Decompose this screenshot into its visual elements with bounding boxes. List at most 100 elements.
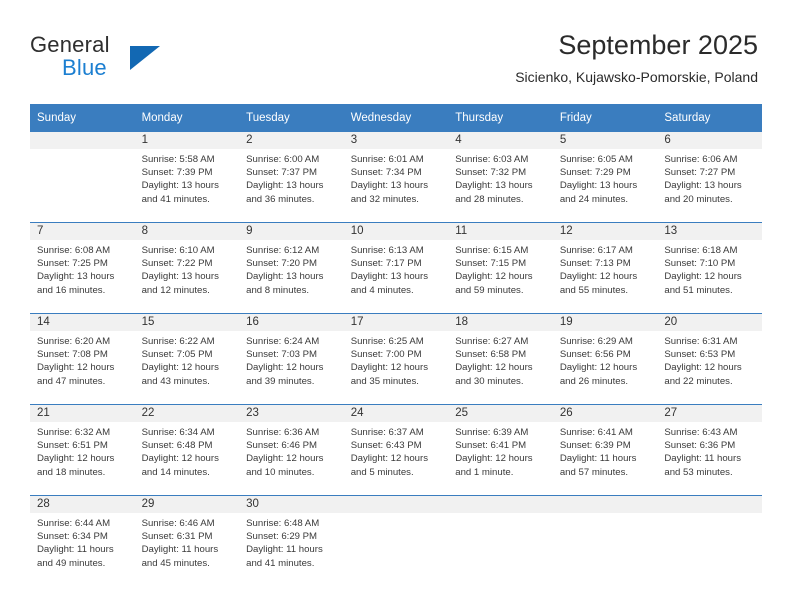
sunrise-text: Sunrise: 6:18 AM [664,245,738,256]
empty-number-band [657,496,762,513]
empty-number-band [448,496,553,513]
calendar-week-row: 1 Sunrise: 5:58 AM Sunset: 7:39 PM Daylight… [30,132,762,223]
calendar-day-cell[interactable]: 8 Sunrise: 6:10 AM Sunset: 7:22 PM Daylight… [134,222,240,314]
calendar-header-row: Sunday Monday Tuesday Wednesday Thursday… [30,104,762,132]
day-number: 24 [343,405,449,422]
day-details: Sunrise: 6:01 AM Sunset: 7:34 PM Daylight:… [344,149,449,206]
daylight-text-line2: and 39 minutes. [246,375,315,387]
sunset-text: Sunset: 7:10 PM [664,258,736,270]
day-number: 19 [552,314,658,331]
calendar-day-cell[interactable]: 2 Sunrise: 6:00 AM Sunset: 7:37 PM Daylight… [239,132,344,223]
calendar-day-cell[interactable]: 21 Sunrise: 6:32 AM Sunset: 6:51 PM Dayligh… [30,404,135,496]
sunset-text: Sunset: 6:29 PM [246,531,318,543]
calendar-day-cell[interactable]: 20 Sunrise: 6:31 AM Sunset: 6:53 PM Dayligh… [657,313,762,405]
calendar-day-cell[interactable]: 28 Sunrise: 6:44 AM Sunset: 6:34 PM Dayligh… [30,495,135,586]
daylight-text-line2: and 41 minutes. [141,193,210,205]
day-number: 4 [448,132,553,149]
daylight-text-line1: Daylight: 12 hours [350,362,429,374]
daylight-text-line1: Daylight: 11 hours [246,544,323,556]
daylight-text-line1: Daylight: 13 hours [246,271,324,283]
sunset-text: Sunset: 6:53 PM [664,349,736,361]
sunrise-text: Sunrise: 6:29 AM [559,336,633,347]
daylight-text-line2: and 41 minutes. [246,557,315,569]
calendar-day-cell[interactable]: 18 Sunrise: 6:27 AM Sunset: 6:58 PM Dayligh… [448,313,553,405]
calendar-empty-cell [30,132,135,223]
page-header: General Blue September 2025 Sicienko, Ku… [0,0,792,104]
calendar-day-cell[interactable]: 17 Sunrise: 6:25 AM Sunset: 7:00 PM Dayligh… [343,313,449,405]
sunset-text: Sunset: 7:15 PM [455,258,527,270]
sunset-text: Sunset: 6:46 PM [246,440,318,452]
calendar-day-cell[interactable]: 12 Sunrise: 6:17 AM Sunset: 7:13 PM Dayligh… [552,222,658,314]
day-number: 14 [30,314,135,331]
daylight-text-line1: Daylight: 12 hours [455,271,533,283]
daylight-text-line1: Daylight: 13 hours [246,180,324,192]
day-details: Sunrise: 6:36 AM Sunset: 6:46 PM Daylight:… [239,422,344,479]
sunrise-text: Sunrise: 6:03 AM [455,154,529,165]
day-number: 5 [552,132,658,149]
page-title: September 2025 [558,30,758,60]
calendar-day-cell[interactable]: 5 Sunrise: 6:05 AM Sunset: 7:29 PM Daylight… [552,132,658,223]
calendar-day-cell[interactable]: 4 Sunrise: 6:03 AM Sunset: 7:32 PM Daylight… [448,132,553,223]
empty-cell-body [343,513,449,586]
calendar-day-cell[interactable]: 25 Sunrise: 6:39 AM Sunset: 6:41 PM Dayligh… [448,404,553,496]
day-number: 6 [657,132,762,149]
day-details: Sunrise: 6:27 AM Sunset: 6:58 PM Daylight:… [448,331,553,388]
brand-logo[interactable]: General Blue [30,32,260,82]
calendar-day-cell[interactable]: 16 Sunrise: 6:24 AM Sunset: 7:03 PM Dayligh… [239,313,344,405]
sunset-text: Sunset: 6:31 PM [141,531,213,543]
weekday-header-saturday: Saturday [657,104,762,132]
daylight-text-line2: and 1 minute. [455,466,514,478]
daylight-text-line1: Daylight: 12 hours [246,362,324,374]
calendar-week-row: 21 Sunrise: 6:32 AM Sunset: 6:51 PM Dayligh… [30,404,762,496]
calendar-day-cell[interactable]: 22 Sunrise: 6:34 AM Sunset: 6:48 PM Dayligh… [134,404,240,496]
sunset-text: Sunset: 6:51 PM [37,440,108,452]
calendar-day-cell[interactable]: 10 Sunrise: 6:13 AM Sunset: 7:17 PM Dayligh… [343,222,449,314]
calendar-day-cell[interactable]: 1 Sunrise: 5:58 AM Sunset: 7:39 PM Daylight… [134,132,240,223]
day-number: 10 [343,223,449,240]
calendar-week-row: 7 Sunrise: 6:08 AM Sunset: 7:25 PM Daylight… [30,222,762,314]
sunrise-text: Sunrise: 6:01 AM [350,154,424,165]
calendar-day-cell[interactable]: 11 Sunrise: 6:15 AM Sunset: 7:15 PM Dayligh… [448,222,553,314]
day-details: Sunrise: 6:06 AM Sunset: 7:27 PM Daylight:… [657,149,762,206]
weekday-header-sunday: Sunday [30,104,135,132]
calendar-day-cell[interactable]: 26 Sunrise: 6:41 AM Sunset: 6:39 PM Dayligh… [552,404,658,496]
daylight-text-line1: Daylight: 12 hours [664,362,742,374]
calendar-body: 1 Sunrise: 5:58 AM Sunset: 7:39 PM Daylight… [30,132,762,586]
sunrise-text: Sunrise: 5:58 AM [141,154,215,165]
sunset-text: Sunset: 7:25 PM [37,258,108,270]
day-details: Sunrise: 6:12 AM Sunset: 7:20 PM Daylight:… [239,240,344,297]
daylight-text-line1: Daylight: 12 hours [246,453,324,465]
day-details: Sunrise: 6:10 AM Sunset: 7:22 PM Daylight:… [135,240,240,297]
calendar-day-cell[interactable]: 14 Sunrise: 6:20 AM Sunset: 7:08 PM Dayligh… [30,313,135,405]
daylight-text-line1: Daylight: 11 hours [664,453,741,465]
daylight-text-line2: and 57 minutes. [559,466,629,478]
sunrise-text: Sunrise: 6:08 AM [37,245,111,256]
calendar-day-cell[interactable]: 27 Sunrise: 6:43 AM Sunset: 6:36 PM Dayligh… [657,404,762,496]
daylight-text-line1: Daylight: 12 hours [350,453,429,465]
day-number: 12 [552,223,658,240]
daylight-text-line1: Daylight: 11 hours [559,453,637,465]
daylight-text-line1: Daylight: 11 hours [37,544,114,556]
calendar-day-cell[interactable]: 7 Sunrise: 6:08 AM Sunset: 7:25 PM Daylight… [30,222,135,314]
calendar-day-cell[interactable]: 30 Sunrise: 6:48 AM Sunset: 6:29 PM Dayligh… [239,495,344,586]
calendar-day-cell[interactable]: 15 Sunrise: 6:22 AM Sunset: 7:05 PM Dayligh… [134,313,240,405]
calendar-day-cell[interactable]: 13 Sunrise: 6:18 AM Sunset: 7:10 PM Dayligh… [657,222,762,314]
sunrise-text: Sunrise: 6:46 AM [141,518,215,529]
day-details: Sunrise: 6:46 AM Sunset: 6:31 PM Daylight:… [135,513,240,570]
day-details: Sunrise: 6:20 AM Sunset: 7:08 PM Daylight:… [30,331,135,388]
day-details: Sunrise: 6:31 AM Sunset: 6:53 PM Daylight:… [657,331,762,388]
calendar-day-cell[interactable]: 9 Sunrise: 6:12 AM Sunset: 7:20 PM Daylight… [239,222,344,314]
day-details: Sunrise: 6:15 AM Sunset: 7:15 PM Daylight:… [448,240,553,297]
daylight-text-line2: and 59 minutes. [455,284,524,296]
sunset-text: Sunset: 6:43 PM [350,440,422,452]
calendar-day-cell[interactable]: 6 Sunrise: 6:06 AM Sunset: 7:27 PM Daylight… [657,132,762,223]
calendar-day-cell[interactable]: 23 Sunrise: 6:36 AM Sunset: 6:46 PM Dayligh… [239,404,344,496]
daylight-text-line1: Daylight: 12 hours [559,271,638,283]
calendar-day-cell[interactable]: 19 Sunrise: 6:29 AM Sunset: 6:56 PM Dayligh… [552,313,658,405]
daylight-text-line1: Daylight: 13 hours [455,180,533,192]
calendar-day-cell[interactable]: 3 Sunrise: 6:01 AM Sunset: 7:34 PM Daylight… [343,132,449,223]
daylight-text-line1: Daylight: 12 hours [455,453,533,465]
calendar-day-cell[interactable]: 24 Sunrise: 6:37 AM Sunset: 6:43 PM Dayligh… [343,404,449,496]
calendar-day-cell[interactable]: 29 Sunrise: 6:46 AM Sunset: 6:31 PM Dayligh… [134,495,240,586]
daylight-text-line1: Daylight: 12 hours [141,453,219,465]
